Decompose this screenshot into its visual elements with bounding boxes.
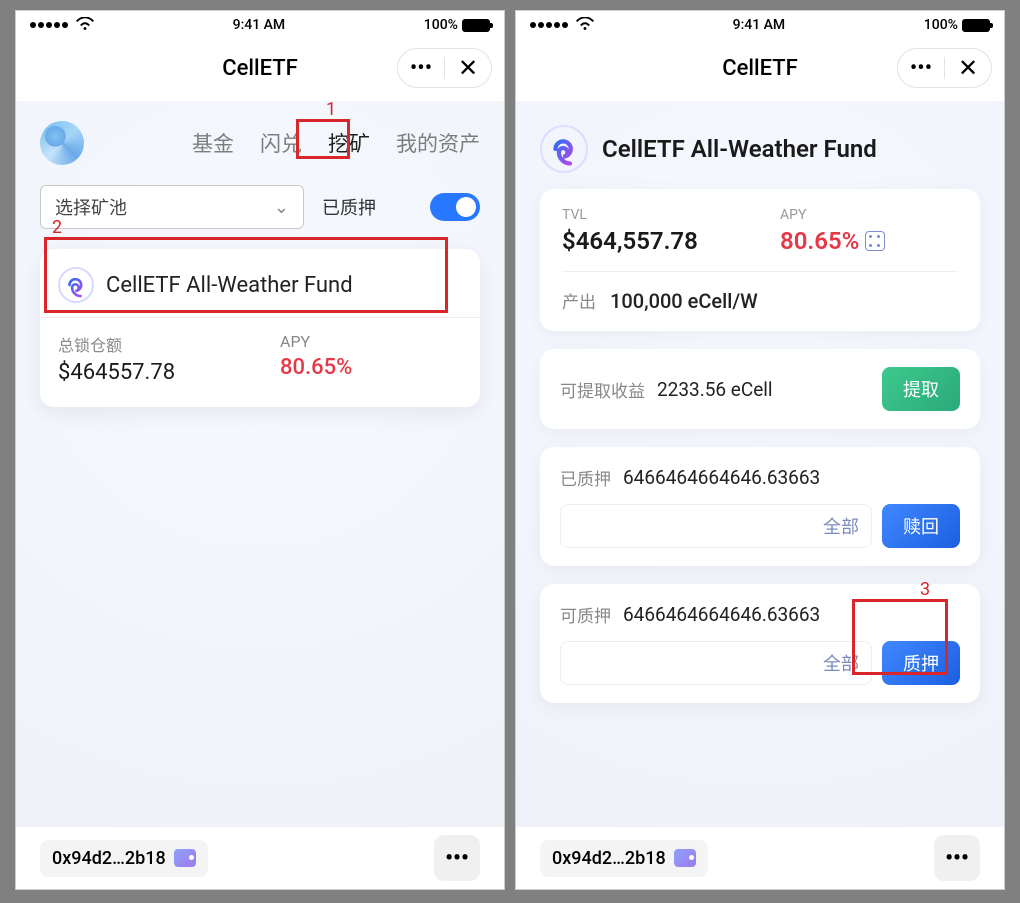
footer-more-button[interactable]: ••• [434,835,480,881]
header-close-icon[interactable]: ✕ [945,48,991,88]
fund-detail-title: CellETF All-Weather Fund [602,135,877,163]
phone-right: 9:41 AM 100% CellETF ••• ✕ CellETF All-W… [515,10,1005,890]
redeem-button[interactable]: 赎回 [882,504,960,548]
tvl-label: 总锁仓额 [58,332,240,356]
fund-stats-card: TVL $464,557.78 APY 80.65% 产出 100,000 eC… [540,189,980,331]
wifi-icon [576,16,594,35]
tvl-label: TVL [562,207,740,223]
status-battery-text: 100% [424,17,458,33]
tab-mining[interactable]: 挖矿 [328,128,370,158]
header-more-icon[interactable]: ••• [898,48,944,88]
status-bar: 9:41 AM 100% [16,11,504,35]
status-time: 9:41 AM [233,17,286,33]
battery-icon [462,19,490,32]
pool-select[interactable]: 选择矿池 ⌄ [40,185,304,229]
status-bar: 9:41 AM 100% [516,11,1004,35]
apy-label: APY [280,332,462,351]
header-actions: ••• ✕ [397,48,492,88]
staked-value: 6466464664646.63663 [623,466,820,489]
phone-body-right: CellETF All-Weather Fund TVL $464,557.78… [516,101,1004,827]
phone-body-left: 基金 闪兑 挖矿 我的资产 选择矿池 ⌄ 已质押 CellETF All-Wea… [16,101,504,827]
tab-assets[interactable]: 我的资产 [396,128,480,158]
stake-all-link[interactable]: 全部 [823,650,859,676]
staked-toggle-label: 已质押 [322,194,376,220]
app-header: CellETF ••• ✕ [516,35,1004,101]
apy-value: 80.65% [780,227,859,255]
redeem-amount-input[interactable]: 全部 [560,504,872,548]
wallet-address-text: 0x94d2…2b18 [552,848,666,869]
tab-fund[interactable]: 基金 [192,128,234,158]
header-more-icon[interactable]: ••• [398,48,444,88]
wifi-icon [76,16,94,35]
apy-value: 80.65% [280,355,462,380]
pool-select-placeholder: 选择矿池 [55,194,127,220]
output-value: 100,000 eCell/W [610,289,758,313]
redeem-all-link[interactable]: 全部 [823,513,859,539]
fund-icon [540,125,588,173]
wallet-icon [174,849,196,867]
fund-name: CellETF All-Weather Fund [106,273,353,298]
status-time: 9:41 AM [733,17,786,33]
output-label: 产出 [562,288,596,313]
stake-button[interactable]: 质押 [882,641,960,685]
status-battery-text: 100% [924,17,958,33]
battery-icon [962,19,990,32]
apy-label: APY [780,207,958,223]
wallet-address-text: 0x94d2…2b18 [52,848,166,869]
stakeable-value: 6466464664646.63663 [623,603,820,626]
staked-toggle[interactable] [430,193,480,221]
tvl-value: $464,557.78 [562,227,740,255]
phone-left: 9:41 AM 100% CellETF ••• ✕ 基金 闪兑 挖矿 我的资产… [15,10,505,890]
signal-dots-icon [30,22,68,28]
fund-card[interactable]: CellETF All-Weather Fund 总锁仓额 $464557.78… [40,249,480,407]
app-logo-icon [40,121,84,165]
footer-more-button[interactable]: ••• [934,835,980,881]
staked-card: 已质押 6466464664646.63663 全部 赎回 [540,447,980,566]
signal-dots-icon [530,22,568,28]
header-close-icon[interactable]: ✕ [445,48,491,88]
wallet-address-pill[interactable]: 0x94d2…2b18 [40,840,208,877]
withdraw-card: 可提取收益 2233.56 eCell 提取 [540,349,980,429]
stake-amount-input[interactable]: 全部 [560,641,872,685]
wallet-icon [674,849,696,867]
app-header: CellETF ••• ✕ [16,35,504,101]
dice-icon[interactable] [865,231,885,251]
wallet-address-pill[interactable]: 0x94d2…2b18 [540,840,708,877]
stakeable-card: 可质押 6466464664646.63663 全部 质押 [540,584,980,703]
tab-swap[interactable]: 闪兑 [260,128,302,158]
withdraw-button[interactable]: 提取 [882,367,960,411]
tvl-value: $464557.78 [58,360,240,385]
stakeable-label: 可质押 [560,602,611,627]
staked-label: 已质押 [560,465,611,490]
withdraw-label: 可提取收益 [560,377,645,402]
chevron-down-icon: ⌄ [274,197,289,218]
header-actions: ••• ✕ [897,48,992,88]
withdraw-value: 2233.56 eCell [657,378,773,401]
fund-icon [58,267,94,303]
nav-tabs: 基金 闪兑 挖矿 我的资产 [192,128,480,158]
